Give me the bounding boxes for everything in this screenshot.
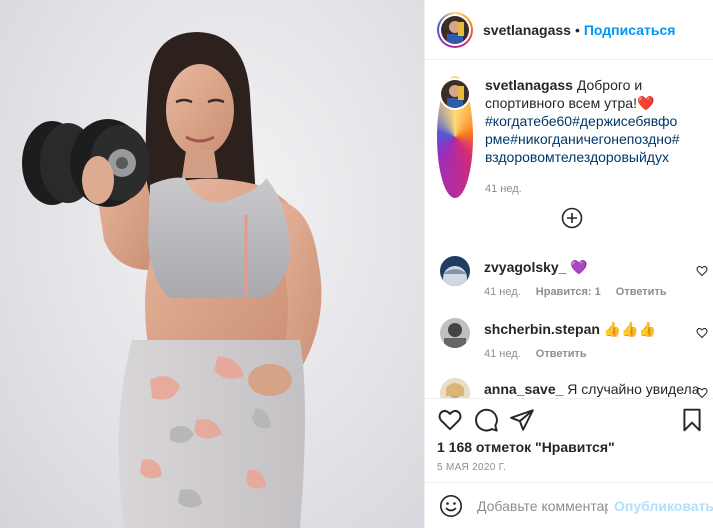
comment-heart-icon[interactable] <box>696 386 708 398</box>
comment-item: shcherbin.stepan 👍👍👍 41 нед. Ответить <box>437 318 708 374</box>
comment-item: zvyagolsky_ 💜 41 нед. Нравится: 1 Ответи… <box>437 256 708 312</box>
author-avatar[interactable] <box>441 15 469 44</box>
caption-avatar[interactable] <box>441 80 469 108</box>
author-username[interactable]: svetlanagass <box>483 22 571 38</box>
bookmark-icon[interactable] <box>679 407 705 433</box>
plus-circle-icon[interactable] <box>561 207 583 229</box>
comment-meta: 41 нед. Ответить <box>484 348 599 360</box>
commenter-avatar[interactable] <box>440 256 470 286</box>
post-header: svetlanagass • Подписаться <box>425 0 713 60</box>
red-heart-emoji: ❤️ <box>636 95 655 111</box>
comment-text: zvyagolsky_ 💜 <box>484 258 588 276</box>
caption-time[interactable]: 41 нед. <box>485 180 685 198</box>
woman-with-dumbbell-image <box>22 32 322 528</box>
comment-heart-icon[interactable] <box>696 326 708 339</box>
reply-button[interactable]: Ответить <box>616 286 667 298</box>
separator-dot: • <box>574 21 580 38</box>
comment-text: anna_save_ Я случайно увидела <box>484 380 699 398</box>
comment-heart-icon[interactable] <box>696 264 708 277</box>
comment-likes[interactable]: Нравится: 1 <box>536 286 601 298</box>
caption-username[interactable]: svetlanagass <box>485 77 573 93</box>
post-photo[interactable] <box>0 0 424 528</box>
thumbs-up-emoji: 👍👍👍 <box>603 321 657 337</box>
comment-username[interactable]: shcherbin.stepan <box>484 321 600 337</box>
author-avatar-ring[interactable] <box>437 11 473 48</box>
commenter-avatar[interactable] <box>440 318 470 348</box>
comments-section[interactable]: svetlanagass Доброго и спортивного всем … <box>425 60 713 398</box>
comment-username[interactable]: anna_save_ <box>484 381 563 397</box>
comment-input[interactable]: Добавьте комментарий... <box>477 498 608 514</box>
comment-time[interactable]: 41 нед. <box>484 286 521 298</box>
commenter-avatar[interactable] <box>440 378 470 398</box>
purple-heart-emoji: 💜 <box>570 259 588 275</box>
instagram-post: svetlanagass • Подписаться svetlanagass … <box>0 0 713 528</box>
heart-icon[interactable] <box>437 407 463 433</box>
reply-button[interactable]: Ответить <box>536 348 587 360</box>
caption-hashtags[interactable]: #когдатебе60#держисебявформе#никогданиче… <box>485 112 685 166</box>
publish-button[interactable]: Опубликовать <box>614 498 713 514</box>
follow-button[interactable]: Подписаться <box>584 22 676 38</box>
comment-body: Я случайно увидела <box>567 381 700 397</box>
emoji-icon[interactable] <box>439 494 463 518</box>
comment-time[interactable]: 41 нед. <box>484 348 521 360</box>
action-icons <box>433 407 711 435</box>
comment-text: shcherbin.stepan 👍👍👍 <box>484 320 656 338</box>
caption-body: svetlanagass Доброго и спортивного всем … <box>485 76 685 198</box>
post-date[interactable]: 5 МАЯ 2020 Г. <box>437 462 506 473</box>
likes-count[interactable]: 1 168 отметок "Нравится" <box>437 439 615 455</box>
add-comment-bar: Добавьте комментарий... Опубликовать <box>425 482 713 528</box>
post-side-panel: svetlanagass • Подписаться svetlanagass … <box>424 0 713 528</box>
comment-meta: 41 нед. Нравится: 1 Ответить <box>484 286 679 298</box>
caption-avatar-ring[interactable] <box>437 76 473 198</box>
post-caption: svetlanagass Доброго и спортивного всем … <box>437 76 707 198</box>
comment-username[interactable]: zvyagolsky_ <box>484 259 567 275</box>
share-icon[interactable] <box>509 407 535 433</box>
comment-item: anna_save_ Я случайно увидела <box>437 378 708 398</box>
comment-icon[interactable] <box>473 407 499 433</box>
